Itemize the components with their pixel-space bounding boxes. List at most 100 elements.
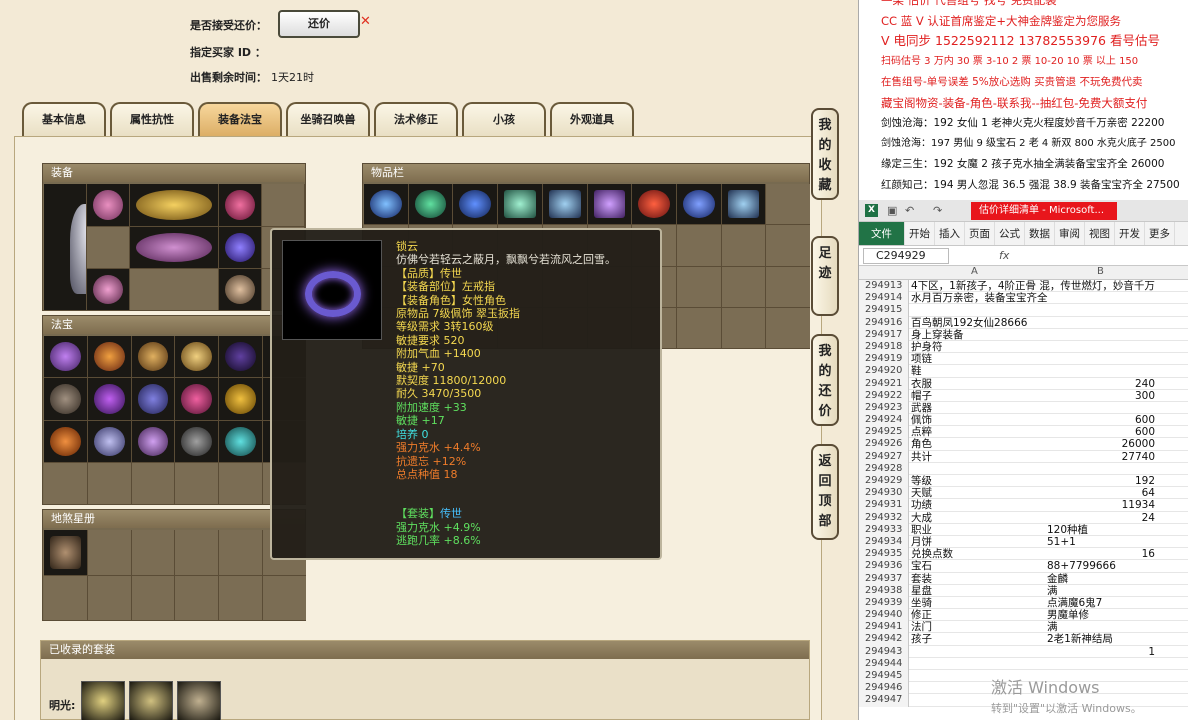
inventory-slot[interactable] <box>766 225 810 266</box>
sheet-row[interactable]: 294921 衣服 240 <box>859 377 1188 390</box>
row-number[interactable]: 294932 <box>859 511 909 524</box>
cell-a[interactable]: 大成 <box>909 512 1045 524</box>
treasure-slot[interactable] <box>87 420 131 462</box>
sheet-row[interactable]: 294914 水月百万亲密，装备宝宝齐全 <box>859 292 1188 305</box>
sheet-row[interactable]: 294927 共计 27740 <box>859 450 1188 463</box>
cell-a[interactable]: 月饼 <box>909 536 1045 548</box>
treasure-slot[interactable] <box>219 420 263 462</box>
cell-a[interactable]: 职业 <box>909 524 1045 536</box>
sheet-row[interactable]: 294932 大成 24 <box>859 511 1188 524</box>
sheet-row[interactable]: 294935 兑换点数 16 <box>859 548 1188 561</box>
cell-a[interactable]: 身上穿装备 <box>909 329 1045 341</box>
tab-spells[interactable]: 法术修正 <box>374 102 458 136</box>
sheet-row[interactable]: 294925 点粹 600 <box>859 426 1188 439</box>
inventory-slot[interactable] <box>453 184 498 225</box>
ribbon-tab-formula[interactable]: 公式 <box>995 222 1025 245</box>
treasure-slot[interactable] <box>219 462 263 504</box>
name-box[interactable]: C294929 <box>863 248 949 264</box>
cell-a[interactable]: 武器 <box>909 402 1045 414</box>
inventory-slot[interactable] <box>721 266 766 307</box>
cell-b[interactable]: 24 <box>1045 512 1159 524</box>
ribbon-tab-more[interactable]: 更多 <box>1145 222 1175 245</box>
cell-b[interactable]: 点满魔6鬼7 <box>1045 597 1159 609</box>
cell-a[interactable]: 功绩 <box>909 499 1045 511</box>
row-number[interactable]: 294920 <box>859 365 909 378</box>
cell-a[interactable]: 星盘 <box>909 585 1045 597</box>
cell-b[interactable]: 1 <box>1045 646 1159 658</box>
inventory-slot[interactable] <box>498 184 542 225</box>
row-number[interactable]: 294930 <box>859 487 909 500</box>
star-book-slot[interactable] <box>87 575 131 620</box>
cell-a[interactable]: 修正 <box>909 609 1045 621</box>
treasure-slot[interactable] <box>131 420 175 462</box>
cell-b[interactable]: 51+1 <box>1045 536 1159 548</box>
ribbon-tab-review[interactable]: 审阅 <box>1055 222 1085 245</box>
fx-icon[interactable]: fx <box>999 249 1009 262</box>
cell-b[interactable]: 27740 <box>1045 451 1159 463</box>
sheet-row[interactable]: 294944 <box>859 657 1188 670</box>
equipment-slot[interactable] <box>219 227 261 268</box>
tab-appearance[interactable]: 外观道具 <box>550 102 634 136</box>
footprint-button[interactable]: 足迹 <box>811 236 839 316</box>
equipment-slot[interactable] <box>219 269 261 310</box>
set-item-icon[interactable] <box>177 681 221 720</box>
row-number[interactable]: 294939 <box>859 596 909 610</box>
cell-b[interactable]: 600 <box>1045 414 1159 426</box>
sheet-row[interactable]: 294940 修正 男魔单修 <box>859 609 1188 622</box>
cell-a[interactable]: 衣服 <box>909 378 1045 390</box>
equipment-slot[interactable] <box>262 184 304 226</box>
sheet-row[interactable]: 294943 1 <box>859 645 1188 658</box>
star-book-slot[interactable] <box>131 575 175 620</box>
sheet-row[interactable]: 294918 护身符 <box>859 340 1188 354</box>
cell-b[interactable]: 600 <box>1045 426 1159 438</box>
cell-a[interactable]: 水月百万亲密，装备宝宝齐全 <box>909 292 1048 304</box>
sheet-row[interactable]: 294931 功绩 11934 <box>859 499 1188 512</box>
cell-a[interactable]: 法门 <box>909 621 1045 633</box>
row-number[interactable]: 294945 <box>859 670 909 683</box>
cell-b[interactable]: 男魔单修 <box>1045 609 1159 621</box>
set-item-icon[interactable] <box>81 681 125 720</box>
row-number[interactable]: 294915 <box>859 304 909 317</box>
inventory-slot[interactable] <box>766 184 810 225</box>
sheet-row[interactable]: 294917 身上穿装备 <box>859 328 1188 341</box>
treasure-slot[interactable] <box>44 378 87 420</box>
equipment-slot[interactable] <box>130 227 218 268</box>
treasure-slot[interactable] <box>87 378 131 420</box>
cell-a[interactable]: 天赋 <box>909 487 1045 499</box>
treasure-slot[interactable] <box>44 462 87 504</box>
cell-b[interactable]: 240 <box>1045 378 1159 390</box>
star-book-slot[interactable] <box>219 575 263 620</box>
inventory-slot[interactable] <box>721 184 766 225</box>
treasure-slot[interactable] <box>219 336 263 378</box>
inventory-slot[interactable] <box>676 266 721 307</box>
tab-child[interactable]: 小孩 <box>462 102 546 136</box>
sheet-row[interactable]: 294939 坐骑 点满魔6鬼7 <box>859 596 1188 610</box>
sheet-row[interactable]: 294924 佩饰 600 <box>859 414 1188 427</box>
treasure-slot[interactable] <box>131 462 175 504</box>
column-a-header[interactable]: A <box>971 266 978 277</box>
save-icon[interactable]: ▣ <box>887 204 897 217</box>
cell-a[interactable]: 佩饰 <box>909 414 1045 426</box>
cell-b[interactable]: 2老1新神结局 <box>1045 633 1159 645</box>
inventory-slot[interactable] <box>632 184 676 225</box>
row-number[interactable]: 294913 <box>859 280 909 293</box>
sheet-row[interactable]: 294913 4下区，1新孩子，4阶正骨 混，传世燃灯，妙音千万 <box>859 280 1188 293</box>
treasure-slot[interactable] <box>219 378 263 420</box>
sheet-row[interactable]: 294933 职业 120种植 <box>859 523 1188 536</box>
star-book-slot[interactable] <box>131 530 175 575</box>
equipment-slot[interactable] <box>130 269 218 310</box>
row-number[interactable]: 294942 <box>859 633 909 646</box>
row-number[interactable]: 294941 <box>859 621 909 634</box>
redo-icon[interactable]: ↷ <box>933 204 942 217</box>
tab-basic-info[interactable]: 基本信息 <box>22 102 106 136</box>
cell-a[interactable]: 百鸟朝凤192女仙28666 <box>909 317 1045 329</box>
sheet-row[interactable]: 294919 项链 <box>859 353 1188 366</box>
inventory-slot[interactable] <box>766 307 810 348</box>
equipment-slot[interactable] <box>87 227 129 268</box>
cell-b[interactable]: 88+7799666 <box>1045 560 1159 572</box>
inventory-slot[interactable] <box>408 184 453 225</box>
row-number[interactable]: 294926 <box>859 438 909 451</box>
cell-a[interactable]: 兑换点数 <box>909 548 1045 560</box>
inventory-slot[interactable] <box>676 184 721 225</box>
row-number[interactable]: 294946 <box>859 682 909 695</box>
